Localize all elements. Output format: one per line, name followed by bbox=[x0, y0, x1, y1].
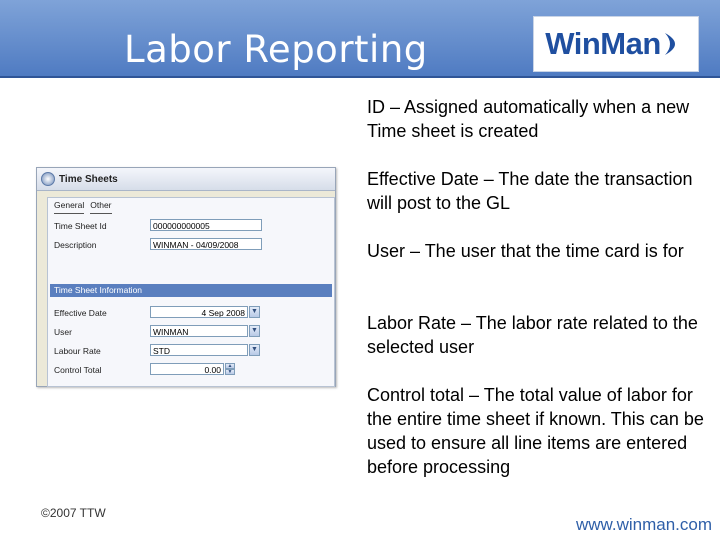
copyright: ©2007 TTW bbox=[41, 506, 106, 520]
form-panel: General Other Time Sheet Id 000000000005… bbox=[47, 197, 335, 387]
section-header: Time Sheet Information bbox=[50, 284, 332, 297]
tab-general[interactable]: General bbox=[54, 200, 85, 214]
spin-down-icon[interactable]: ▼ bbox=[225, 369, 235, 375]
labor-rate-dropdown[interactable]: ▼ bbox=[249, 344, 260, 356]
tab-other[interactable]: Other bbox=[90, 200, 112, 214]
chevron-down-icon: ▼ bbox=[251, 308, 258, 315]
logo-text: WinMan bbox=[545, 26, 661, 61]
effective-date-dropdown[interactable]: ▼ bbox=[249, 306, 260, 318]
labor-rate-field[interactable]: STD bbox=[150, 344, 248, 356]
chevron-down-icon: ▼ bbox=[251, 327, 258, 334]
user-field[interactable]: WINMAN bbox=[150, 325, 248, 337]
user-dropdown[interactable]: ▼ bbox=[249, 325, 260, 337]
time-sheets-window: Time Sheets General Other Time Sheet Id … bbox=[36, 167, 336, 387]
control-total-spinner[interactable]: ▲ ▼ bbox=[225, 363, 235, 375]
effective-date-label: Effective Date bbox=[54, 308, 107, 318]
labor-rate-label: Labour Rate bbox=[54, 346, 101, 356]
desc-effective-date: Effective Date – The date the transactio… bbox=[367, 169, 693, 213]
winman-logo: WinMan bbox=[533, 16, 699, 72]
time-sheet-id-field[interactable]: 000000000005 bbox=[150, 219, 262, 231]
desc-control-total: Control total – The total value of labor… bbox=[367, 385, 704, 477]
slide-header: Labor Reporting WinMan bbox=[0, 0, 720, 78]
control-total-field[interactable]: 0.00 bbox=[150, 363, 224, 375]
swoosh-icon bbox=[664, 33, 675, 55]
time-sheet-id-label: Time Sheet Id bbox=[54, 221, 107, 231]
desc-user: User – The user that the time card is fo… bbox=[367, 241, 684, 261]
description-label: Description bbox=[54, 240, 97, 250]
control-total-label: Control Total bbox=[54, 365, 102, 375]
website-url: www.winman.com bbox=[575, 515, 712, 534]
tab-strip: General Other bbox=[54, 200, 112, 214]
app-icon bbox=[41, 172, 55, 186]
chevron-down-icon: ▼ bbox=[251, 346, 258, 353]
desc-labor-rate: Labor Rate – The labor rate related to t… bbox=[367, 313, 698, 357]
user-label: User bbox=[54, 327, 72, 337]
effective-date-field[interactable]: 4 Sep 2008 bbox=[150, 306, 248, 318]
slide-title: Labor Reporting bbox=[124, 28, 428, 71]
window-titlebar: Time Sheets bbox=[37, 168, 335, 191]
desc-id: ID – Assigned automatically when a new T… bbox=[367, 97, 690, 141]
window-title: Time Sheets bbox=[59, 173, 118, 185]
description-field[interactable]: WINMAN - 04/09/2008 bbox=[150, 238, 262, 250]
